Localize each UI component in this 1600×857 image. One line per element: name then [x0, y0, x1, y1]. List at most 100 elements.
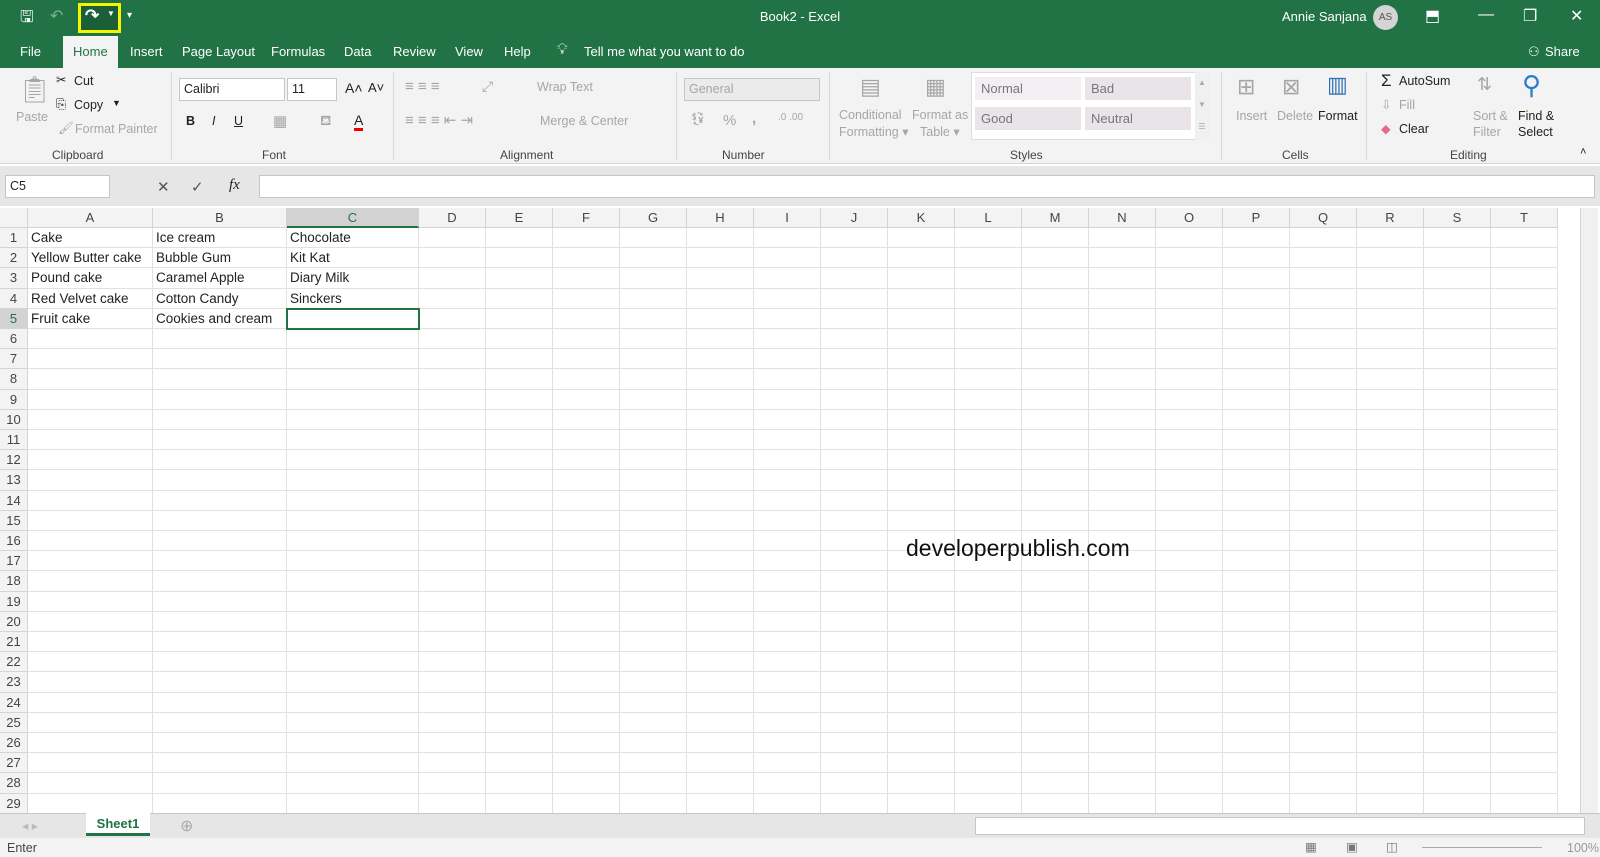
cell-Q27[interactable]: [1290, 753, 1357, 774]
cell-O29[interactable]: [1156, 793, 1223, 814]
cell-Q17[interactable]: [1290, 551, 1357, 572]
cell-E24[interactable]: [486, 692, 553, 713]
cell-G7[interactable]: [620, 349, 687, 370]
cell-Q26[interactable]: [1290, 733, 1357, 754]
sort-filter-button[interactable]: Sort &: [1473, 109, 1508, 123]
cell-P5[interactable]: [1223, 308, 1290, 329]
cell-H2[interactable]: [687, 248, 754, 269]
cell-L2[interactable]: [955, 248, 1022, 269]
cell-S10[interactable]: [1424, 409, 1491, 430]
cell-N4[interactable]: [1089, 288, 1156, 309]
cell-M5[interactable]: [1022, 308, 1089, 329]
cell-N3[interactable]: [1089, 268, 1156, 289]
cell-B1[interactable]: Ice cream: [153, 228, 287, 249]
cell-L12[interactable]: [955, 450, 1022, 471]
cell-Q28[interactable]: [1290, 773, 1357, 794]
cell-K10[interactable]: [888, 409, 955, 430]
cell-H11[interactable]: [687, 430, 754, 451]
cell-L21[interactable]: [955, 632, 1022, 653]
cell-E2[interactable]: [486, 248, 553, 269]
cell-P14[interactable]: [1223, 490, 1290, 511]
cell-L25[interactable]: [955, 712, 1022, 733]
column-header-A[interactable]: A: [28, 208, 153, 228]
cell-A9[interactable]: [28, 389, 153, 410]
cell-O14[interactable]: [1156, 490, 1223, 511]
cell-G17[interactable]: [620, 551, 687, 572]
close-icon[interactable]: ✕: [1570, 6, 1583, 26]
cell-M18[interactable]: [1022, 571, 1089, 592]
cell-B5[interactable]: Cookies and cream: [153, 308, 287, 329]
cell-G25[interactable]: [620, 712, 687, 733]
cell-F13[interactable]: [553, 470, 620, 491]
cell-R4[interactable]: [1357, 288, 1424, 309]
cell-F8[interactable]: [553, 369, 620, 390]
cell-P15[interactable]: [1223, 510, 1290, 531]
cell-E9[interactable]: [486, 389, 553, 410]
cell-J5[interactable]: [821, 308, 888, 329]
cell-D28[interactable]: [419, 773, 486, 794]
cell-H25[interactable]: [687, 712, 754, 733]
cell-I26[interactable]: [754, 733, 821, 754]
cell-I16[interactable]: [754, 531, 821, 552]
cell-T9[interactable]: [1491, 389, 1558, 410]
cell-M1[interactable]: [1022, 228, 1089, 249]
borders-icon[interactable]: ▦: [273, 112, 287, 130]
cell-C20[interactable]: [287, 611, 419, 632]
cell-L27[interactable]: [955, 753, 1022, 774]
cell-B4[interactable]: Cotton Candy: [153, 288, 287, 309]
cell-C12[interactable]: [287, 450, 419, 471]
cell-G23[interactable]: [620, 672, 687, 693]
column-header-L[interactable]: L: [955, 208, 1022, 228]
cell-Q6[interactable]: [1290, 329, 1357, 350]
cell-E8[interactable]: [486, 369, 553, 390]
cell-B18[interactable]: [153, 571, 287, 592]
cell-R15[interactable]: [1357, 510, 1424, 531]
cell-T10[interactable]: [1491, 409, 1558, 430]
number-format-select[interactable]: General: [684, 78, 820, 101]
cell-C26[interactable]: [287, 733, 419, 754]
cell-C1[interactable]: Chocolate: [287, 228, 419, 249]
cell-I17[interactable]: [754, 551, 821, 572]
cell-R19[interactable]: [1357, 591, 1424, 612]
cell-M10[interactable]: [1022, 409, 1089, 430]
cell-F6[interactable]: [553, 329, 620, 350]
format-painter-button[interactable]: Format Painter: [75, 122, 158, 136]
cell-R20[interactable]: [1357, 611, 1424, 632]
cell-H16[interactable]: [687, 531, 754, 552]
cell-O22[interactable]: [1156, 652, 1223, 673]
tab-home[interactable]: Home: [63, 36, 118, 68]
cell-J10[interactable]: [821, 409, 888, 430]
cell-O26[interactable]: [1156, 733, 1223, 754]
cell-I21[interactable]: [754, 632, 821, 653]
cell-L28[interactable]: [955, 773, 1022, 794]
cell-N5[interactable]: [1089, 308, 1156, 329]
cell-C3[interactable]: Diary Milk: [287, 268, 419, 289]
bold-button[interactable]: B: [186, 114, 195, 128]
zoom-level[interactable]: 100%: [1567, 841, 1599, 855]
cell-D7[interactable]: [419, 349, 486, 370]
cell-S24[interactable]: [1424, 692, 1491, 713]
tab-page-layout[interactable]: Page Layout: [182, 44, 255, 59]
cell-C6[interactable]: [287, 329, 419, 350]
style-bad[interactable]: Bad: [1085, 77, 1191, 100]
cell-D13[interactable]: [419, 470, 486, 491]
cell-P18[interactable]: [1223, 571, 1290, 592]
tab-help[interactable]: Help: [504, 44, 531, 59]
normal-view-icon[interactable]: ▦: [1305, 839, 1317, 854]
cell-T11[interactable]: [1491, 430, 1558, 451]
cell-G13[interactable]: [620, 470, 687, 491]
cell-Q10[interactable]: [1290, 409, 1357, 430]
cell-K28[interactable]: [888, 773, 955, 794]
cell-B28[interactable]: [153, 773, 287, 794]
cell-K1[interactable]: [888, 228, 955, 249]
cell-B10[interactable]: [153, 409, 287, 430]
cell-Q16[interactable]: [1290, 531, 1357, 552]
cell-P27[interactable]: [1223, 753, 1290, 774]
enter-icon[interactable]: ✓: [191, 178, 204, 196]
cell-H9[interactable]: [687, 389, 754, 410]
cell-B3[interactable]: Caramel Apple: [153, 268, 287, 289]
cell-L26[interactable]: [955, 733, 1022, 754]
sheet-nav-icons[interactable]: ◂ ▸: [22, 818, 38, 833]
cell-Q1[interactable]: [1290, 228, 1357, 249]
cell-J17[interactable]: [821, 551, 888, 572]
